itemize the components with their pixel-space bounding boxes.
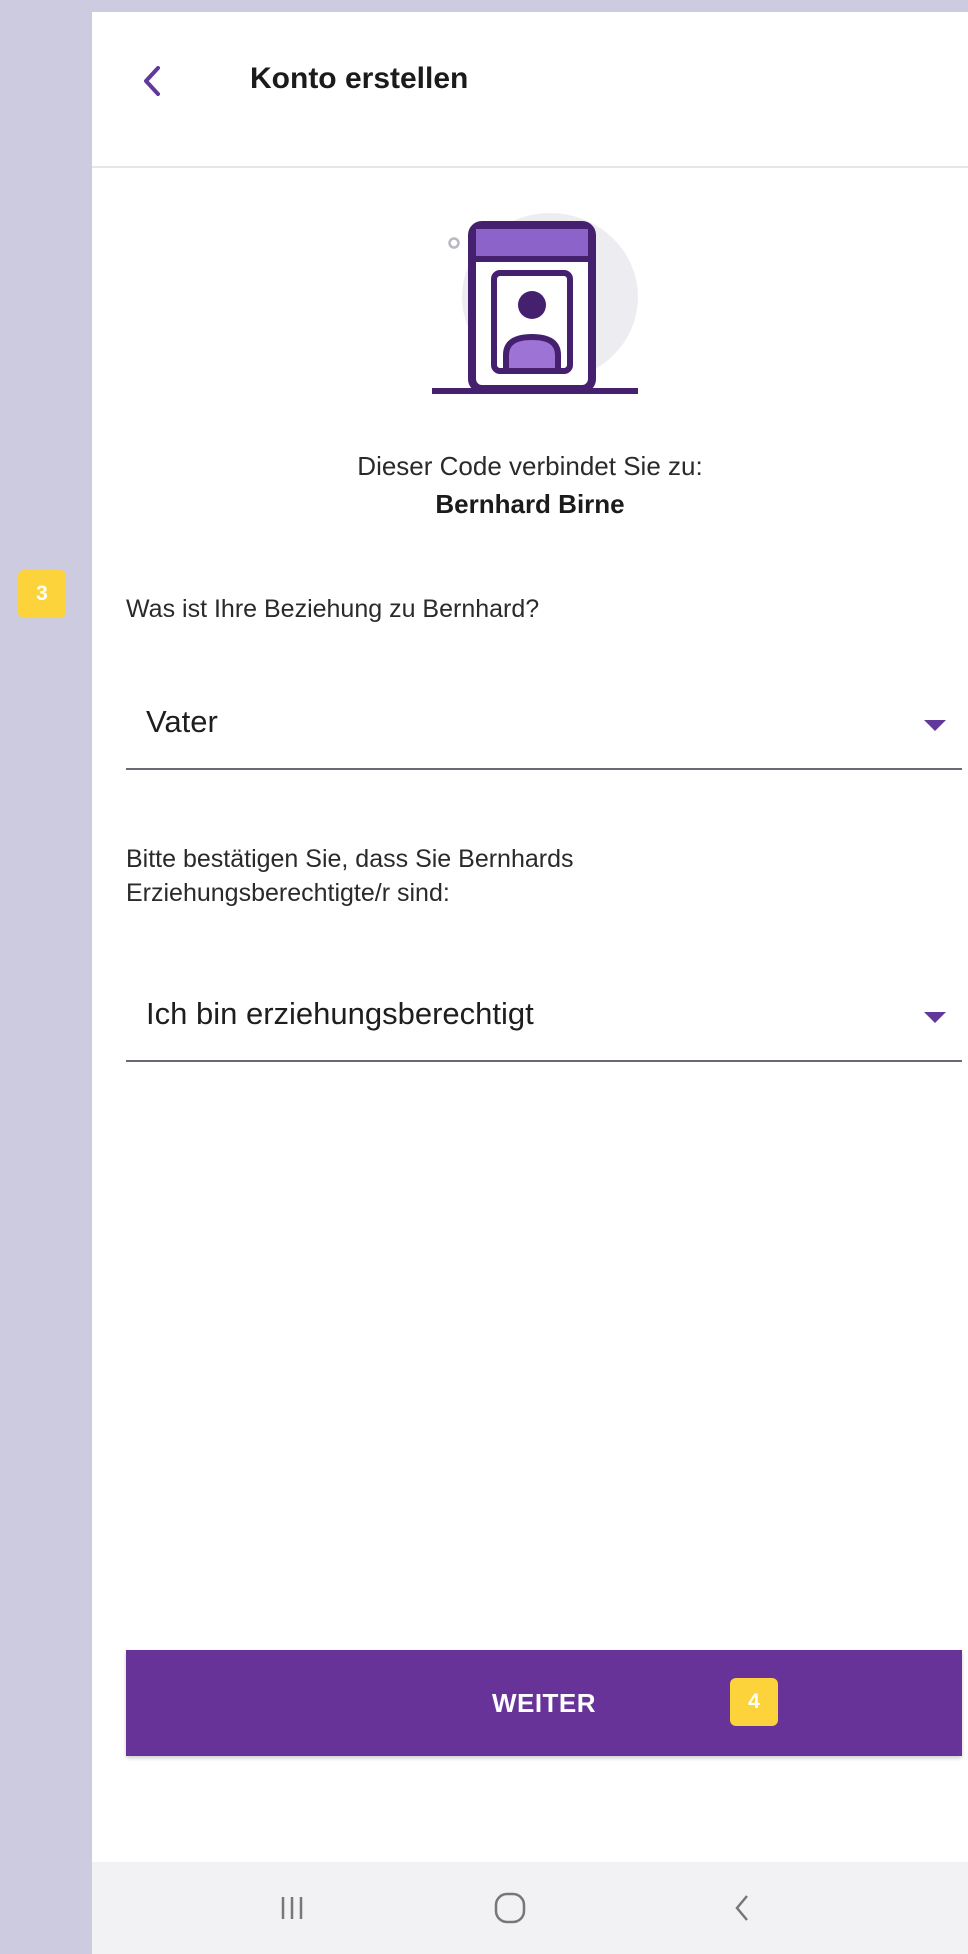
guardian-label-line2: Erziehungsberechtigte/r sind: [126,879,450,907]
back-arrow-icon [144,66,160,96]
weiter-button[interactable]: WEITER [126,1650,962,1756]
page-title: Konto erstellen [250,62,469,95]
dropdown-caret-icon [924,1012,946,1023]
app-bar: Konto erstellen [92,12,968,168]
connection-text: Dieser Code verbindet Sie zu: [357,451,703,481]
dropdown-caret-icon [924,720,946,731]
relationship-dropdown[interactable]: Vater [126,682,962,770]
relationship-label: Was ist Ihre Beziehung zu Bernhard? [126,595,540,623]
system-nav-bar [92,1862,968,1954]
connection-info: Dieser Code verbindet Sie zu: Bernhard B… [92,447,968,523]
guardian-dropdown[interactable]: Ich bin erziehungsberechtigt [126,974,962,1062]
home-icon [494,1892,526,1924]
guardian-label-line1: Bitte bestätigen Sie, dass Sie Bernhards [126,845,574,873]
step-badge-4: 4 [730,1678,778,1726]
guardian-value: Ich bin erziehungsberechtigt [146,996,534,1031]
guardian-label: Bitte bestätigen Sie, dass Sie Bernhards… [126,842,574,910]
child-name: Bernhard Birne [435,489,625,519]
profile-window-icon [432,207,652,407]
home-button[interactable] [470,1878,550,1938]
system-back-button[interactable] [702,1878,782,1938]
step-badge-3: 3 [18,570,66,618]
recent-apps-button[interactable] [252,1878,332,1938]
relationship-value: Vater [146,704,218,739]
back-nav-icon [735,1895,748,1921]
phone-screen: Konto erstellen Dieser Code verbindet Si… [92,12,968,1954]
back-button[interactable] [132,56,172,106]
weiter-label: WEITER [491,1687,597,1718]
recent-apps-icon [281,1897,303,1919]
